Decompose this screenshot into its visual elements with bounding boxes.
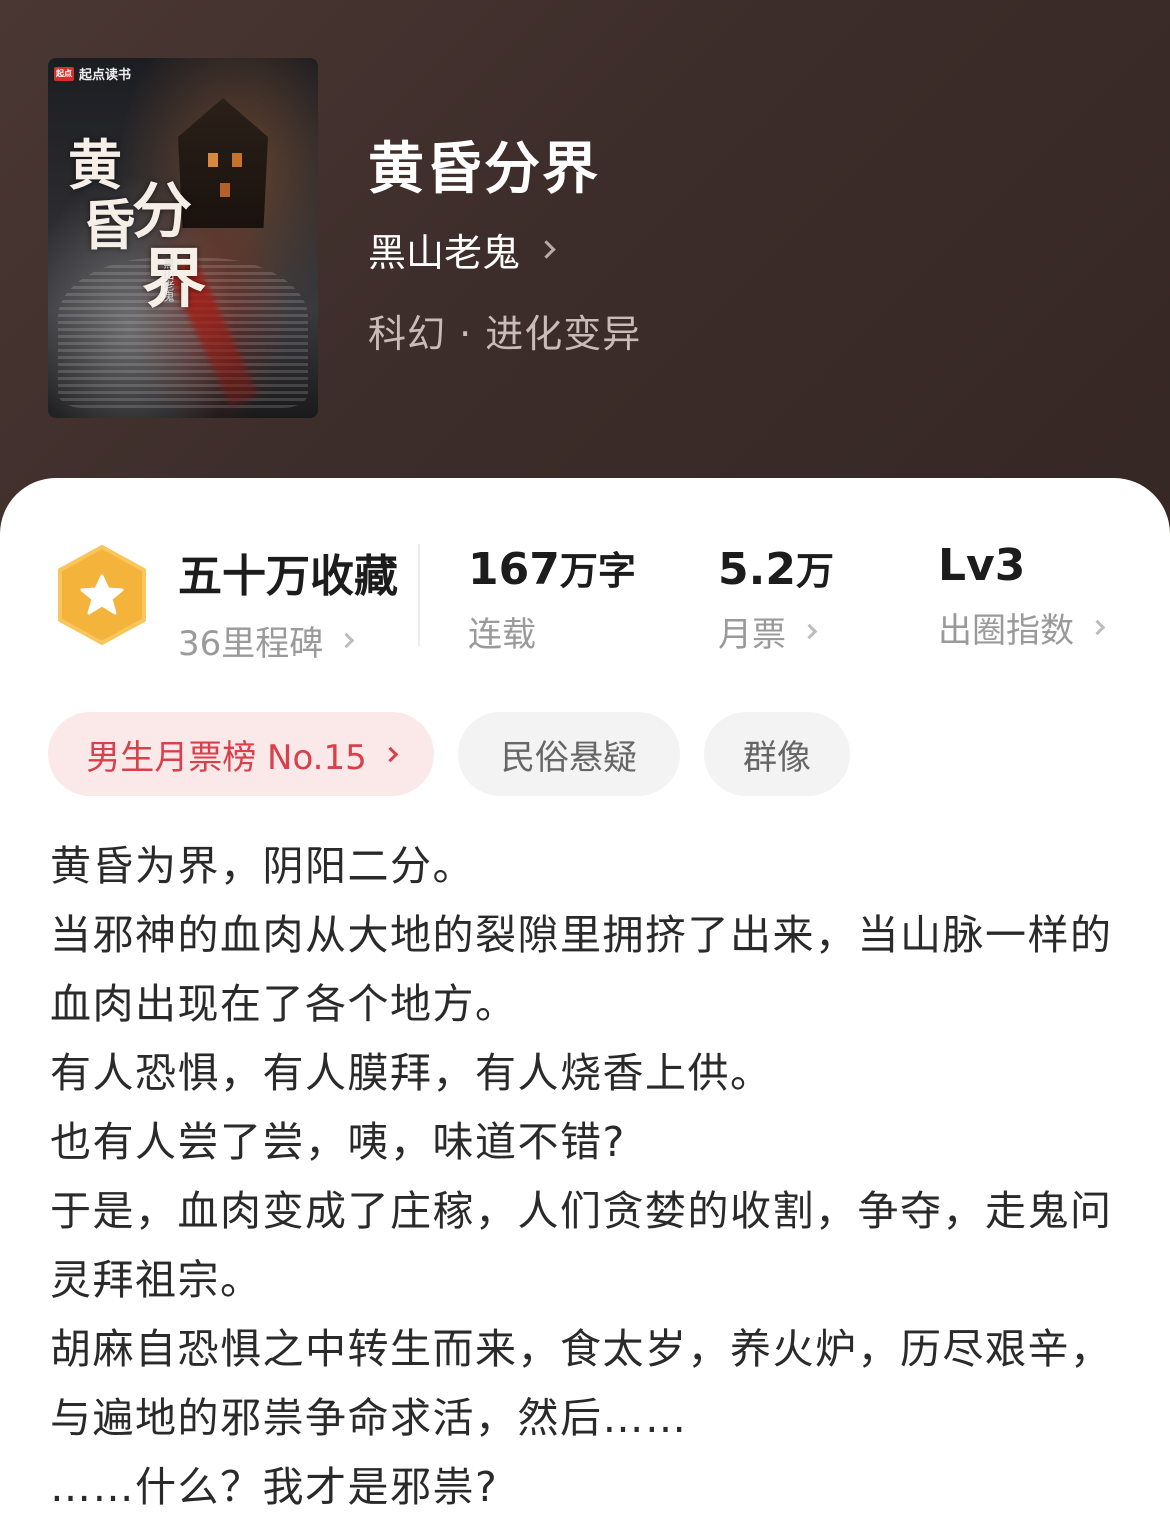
- cover-brand: 起点 起点读书: [54, 64, 131, 83]
- stat-monthly-tickets[interactable]: 5.2万 月票: [718, 540, 834, 656]
- synopsis: 黄昏为界，阴阳二分。 当邪神的血肉从大地的裂隙里拥挤了出来，当山脉一样的血肉出现…: [50, 832, 1122, 1522]
- tag-rank-label: 男生月票榜 No.15: [86, 737, 367, 778]
- cover-title: 黄 昏 分 界: [60, 138, 240, 368]
- synopsis-paragraph: 当邪神的血肉从大地的裂隙里拥挤了出来，当山脉一样的血肉出现在了各个地方。: [50, 911, 1113, 1028]
- stat-collections[interactable]: 五十万收藏 36里程碑: [178, 540, 398, 665]
- stat-divider: [418, 544, 420, 646]
- star-badge-icon: [58, 545, 146, 645]
- chevron-right-icon: [338, 632, 355, 649]
- synopsis-paragraph: 有人恐惧，有人膜拜，有人烧香上供。: [50, 1049, 773, 1097]
- book-title: 黄昏分界: [368, 137, 600, 202]
- stat-tickets-value-row: 5.2万: [718, 540, 834, 595]
- stat-words-label: 连载: [468, 615, 536, 655]
- stat-words-value: 167: [468, 544, 560, 595]
- author-name: 黑山老鬼: [368, 231, 521, 275]
- synopsis-paragraph: 胡麻自恐惧之中转生而来，食太岁，养火炉，历尽艰辛，与遍地的邪祟争命求活，然后……: [50, 1325, 1113, 1442]
- chevron-right-icon: [382, 746, 399, 762]
- synopsis-paragraph: 黄昏为界，阴阳二分。: [50, 842, 475, 890]
- cover-title-char: 昏: [82, 193, 136, 257]
- cover-title-char: 黄: [68, 133, 122, 197]
- cover-brand-text: 起点读书: [79, 68, 132, 83]
- stat-words: 167万字 连载: [468, 540, 636, 656]
- tag-ensemble[interactable]: 群像: [704, 712, 850, 796]
- stat-popularity-label-row: 出圈指数: [938, 603, 1106, 652]
- stat-words-value-row: 167万字: [468, 540, 636, 595]
- synopsis-paragraph: 于是，血肉变成了庄稼，人们贪婪的收割，争夺，走鬼问灵拜祖宗。: [50, 1187, 1113, 1304]
- cover-author: 黑山老鬼: [162, 258, 175, 302]
- synopsis-paragraph: ……什么？我才是邪祟?: [50, 1463, 499, 1511]
- chevron-right-icon: [801, 623, 818, 640]
- stat-popularity-label: 出圈指数: [938, 611, 1074, 651]
- author-link[interactable]: 黑山老鬼: [368, 222, 556, 277]
- stat-popularity-value: Lv3: [938, 540, 1026, 591]
- stat-collections-label: 36里程碑: [178, 624, 324, 664]
- stat-tickets-unit: 万: [795, 549, 834, 593]
- stat-tickets-value: 5.2: [718, 544, 796, 595]
- chevron-right-icon: [1089, 619, 1106, 636]
- chevron-right-icon: [537, 240, 556, 259]
- tag-rank[interactable]: 男生月票榜 No.15: [48, 712, 434, 796]
- tag-ensemble-label: 群像: [743, 737, 811, 778]
- book-detail-page: 起点 起点读书 黄 昏 分 界 黑山老鬼 黄昏分界 黑山老鬼 科幻 · 进化变异…: [0, 0, 1170, 1532]
- stat-tickets-label-row: 月票: [718, 607, 834, 656]
- stat-tickets-label: 月票: [718, 615, 786, 655]
- cover-title-char: 分: [132, 177, 192, 247]
- tag-folk-mystery-label: 民俗悬疑: [501, 737, 637, 778]
- stat-collections-value: 五十万收藏: [178, 551, 398, 602]
- stat-collections-label-row: 36里程碑: [178, 616, 398, 665]
- book-cover[interactable]: 起点 起点读书 黄 昏 分 界 黑山老鬼: [48, 58, 318, 418]
- stat-words-unit: 万字: [559, 549, 636, 593]
- stat-words-label-row: 连载: [468, 607, 636, 656]
- book-category: 科幻 · 进化变异: [368, 312, 642, 356]
- tag-folk-mystery[interactable]: 民俗悬疑: [458, 712, 680, 796]
- stat-popularity[interactable]: Lv3 出圈指数: [938, 540, 1106, 652]
- cover-brand-logo: 起点: [54, 66, 74, 81]
- synopsis-paragraph: 也有人尝了尝，咦，味道不错?: [50, 1118, 626, 1166]
